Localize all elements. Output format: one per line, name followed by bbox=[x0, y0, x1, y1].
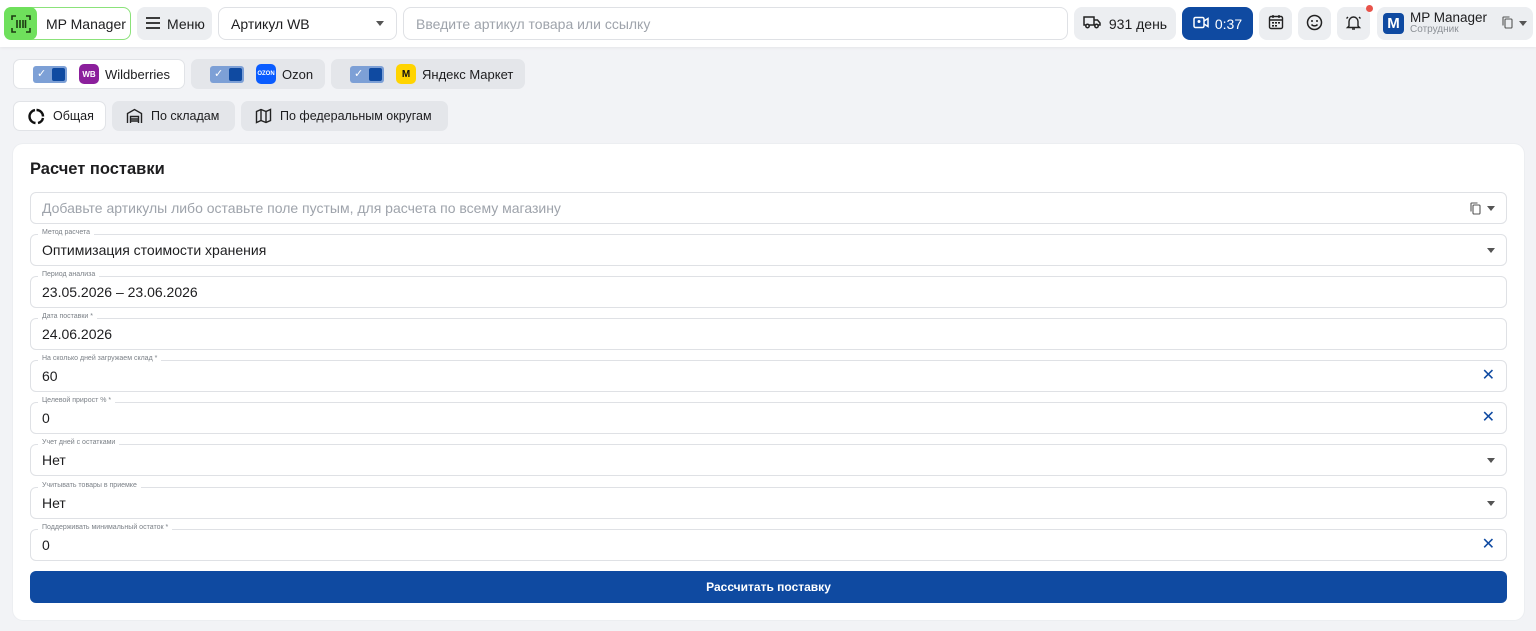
minimum-stock-field[interactable]: Поддерживать минимальный остаток * 0 ✕ bbox=[30, 523, 1507, 561]
warehouse-icon bbox=[126, 108, 143, 124]
stock-days-select[interactable]: Учет дней с остатками Нет bbox=[30, 438, 1507, 476]
field-value: Оптимизация стоимости хранения bbox=[42, 242, 267, 258]
yandex-market-logo-icon: M bbox=[396, 64, 416, 84]
check-icon: ✓ bbox=[214, 67, 224, 80]
articles-placeholder: Добавьте артикулы либо оставьте поле пус… bbox=[42, 200, 561, 216]
user-name: MP Manager bbox=[1410, 10, 1488, 26]
paste-options[interactable] bbox=[1470, 201, 1495, 215]
calendar-button[interactable] bbox=[1259, 7, 1292, 40]
field-label: Метод расчета bbox=[38, 228, 95, 238]
notification-dot bbox=[1366, 5, 1373, 12]
notifications-button[interactable] bbox=[1337, 7, 1370, 40]
toggle-switch[interactable]: ✓ bbox=[350, 65, 384, 83]
supply-calculation-card: Расчет поставки Добавьте артикулы либо о… bbox=[13, 144, 1524, 620]
menu-button[interactable]: Меню bbox=[137, 7, 212, 40]
donut-icon bbox=[28, 108, 45, 125]
tab-general[interactable]: Общая bbox=[13, 101, 106, 131]
tab-by-federal-districts[interactable]: По федеральным округам bbox=[241, 101, 448, 131]
chevron-down-icon bbox=[1487, 500, 1495, 506]
delivery-date-field[interactable]: Дата поставки * 24.06.2026 bbox=[30, 312, 1507, 350]
search-input[interactable] bbox=[416, 15, 1055, 32]
app-title: MP Manager bbox=[46, 15, 126, 32]
toggle-switch[interactable]: ✓ bbox=[210, 65, 244, 83]
ozon-logo-icon: OZON bbox=[256, 64, 276, 84]
avatar: M bbox=[1383, 13, 1404, 34]
calculation-method-select[interactable]: Метод расчета Оптимизация стоимости хран… bbox=[30, 228, 1507, 266]
articles-input[interactable]: Добавьте артикулы либо оставьте поле пус… bbox=[30, 192, 1507, 224]
check-icon: ✓ bbox=[37, 67, 47, 80]
field-value: 0 bbox=[42, 537, 50, 553]
user-menu-button[interactable]: M MP Manager Сотрудник bbox=[1377, 7, 1533, 40]
sku-type-value: Артикул WB bbox=[231, 15, 310, 32]
video-timer-button[interactable]: 0:37 bbox=[1182, 7, 1253, 40]
field-label: Дата поставки * bbox=[38, 312, 98, 322]
marketplace-toggle-ozon[interactable]: ✓ OZON Ozon bbox=[191, 59, 325, 89]
sku-type-select[interactable]: Артикул WB bbox=[218, 7, 397, 40]
field-value: Нет bbox=[42, 495, 66, 511]
product-search-field[interactable] bbox=[403, 7, 1068, 40]
analysis-period-field[interactable]: Период анализа 23.05.2026 – 23.06.2026 bbox=[30, 270, 1507, 308]
delivery-days-label: 931 день bbox=[1108, 15, 1168, 32]
user-info: MP Manager Сотрудник bbox=[1410, 10, 1488, 36]
field-value: 0 bbox=[42, 410, 50, 426]
map-icon bbox=[255, 108, 272, 124]
user-menu-actions bbox=[1502, 15, 1527, 32]
marketplace-label: Яндекс Маркет bbox=[422, 66, 514, 82]
app-logo-button[interactable]: MP Manager bbox=[4, 7, 131, 40]
clear-icon[interactable]: ✕ bbox=[1482, 537, 1495, 553]
barcode-logo-icon bbox=[4, 7, 37, 40]
truck-icon bbox=[1083, 15, 1101, 32]
bell-icon bbox=[1345, 14, 1362, 34]
top-bar: MP Manager Меню Артикул WB 931 день 0:37 bbox=[0, 0, 1536, 47]
tab-label: Общая bbox=[53, 109, 94, 123]
field-value: 60 bbox=[42, 368, 58, 384]
check-icon: ✓ bbox=[354, 67, 364, 80]
video-icon bbox=[1193, 16, 1209, 32]
toggle-switch[interactable]: ✓ bbox=[33, 65, 67, 83]
field-value: Нет bbox=[42, 452, 66, 468]
user-role: Сотрудник bbox=[1410, 24, 1459, 36]
field-label: Поддерживать минимальный остаток * bbox=[38, 523, 173, 533]
smiley-icon bbox=[1306, 14, 1323, 34]
chevron-down-icon bbox=[1487, 205, 1495, 211]
field-label: Целевой прирост % * bbox=[38, 396, 116, 406]
clear-icon[interactable]: ✕ bbox=[1482, 368, 1495, 384]
field-label: Учет дней с остатками bbox=[38, 438, 120, 448]
menu-label: Меню bbox=[167, 15, 205, 32]
calculate-supply-button[interactable]: Рассчитать поставку bbox=[30, 571, 1507, 603]
feedback-button[interactable] bbox=[1298, 7, 1331, 40]
chevron-down-icon bbox=[1519, 21, 1527, 26]
tab-by-warehouses[interactable]: По складам bbox=[112, 101, 235, 131]
marketplace-label: Wildberries bbox=[105, 66, 171, 82]
field-value: 24.06.2026 bbox=[42, 326, 113, 342]
timer-label: 0:37 bbox=[1214, 15, 1243, 32]
marketplace-toggle-yandex-market[interactable]: ✓ M Яндекс Маркет bbox=[331, 59, 525, 89]
warehouse-days-field[interactable]: На сколько дней загружаем склад * 60 ✕ bbox=[30, 354, 1507, 392]
field-label: На сколько дней загружаем склад * bbox=[38, 354, 162, 364]
card-title: Расчет поставки bbox=[30, 160, 165, 178]
field-label: Учитывать товары в приемке bbox=[38, 481, 141, 491]
chevron-down-icon bbox=[376, 21, 384, 26]
clear-icon[interactable]: ✕ bbox=[1482, 410, 1495, 426]
tab-label: По складам bbox=[151, 109, 220, 123]
goods-in-acceptance-select[interactable]: Учитывать товары в приемке Нет bbox=[30, 481, 1507, 519]
chevron-down-icon bbox=[1487, 457, 1495, 463]
tab-label: По федеральным округам bbox=[280, 109, 432, 123]
hamburger-icon bbox=[145, 16, 161, 32]
copy-icon bbox=[1470, 201, 1481, 215]
target-growth-field[interactable]: Целевой прирост % * 0 ✕ bbox=[30, 396, 1507, 434]
delivery-days-button[interactable]: 931 день bbox=[1074, 7, 1176, 40]
field-label: Период анализа bbox=[38, 270, 100, 280]
calendar-icon bbox=[1268, 14, 1284, 33]
marketplace-label: Ozon bbox=[282, 66, 314, 82]
marketplace-toggle-wildberries[interactable]: ✓ WB Wildberries bbox=[13, 59, 185, 89]
wildberries-logo-icon: WB bbox=[79, 64, 99, 84]
chevron-down-icon bbox=[1487, 247, 1495, 253]
field-value: 23.05.2026 – 23.06.2026 bbox=[42, 284, 198, 300]
copy-icon[interactable] bbox=[1502, 15, 1513, 32]
